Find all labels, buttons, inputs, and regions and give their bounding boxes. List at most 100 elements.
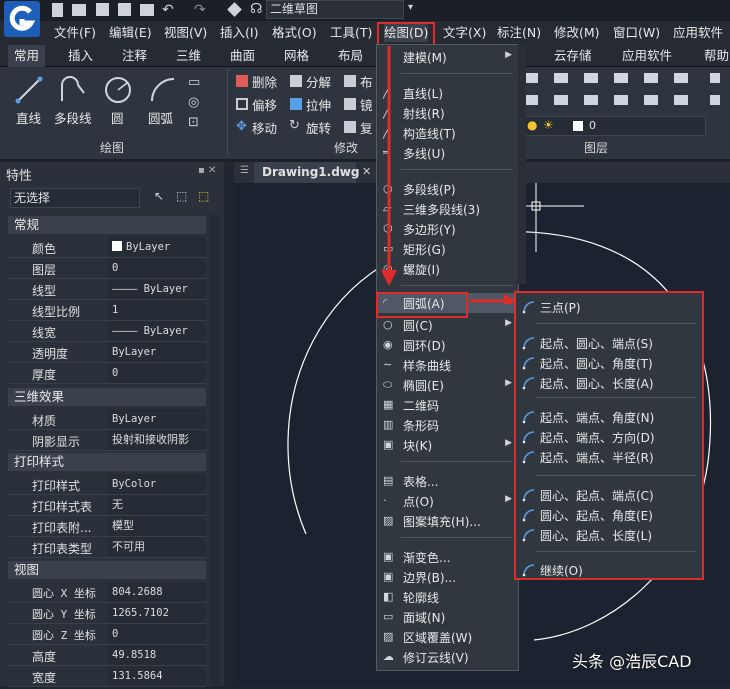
array-label[interactable]: 布 xyxy=(360,72,373,91)
property-row[interactable]: 打印样式表 无 xyxy=(8,495,206,516)
rotate-label[interactable]: 旋转 xyxy=(306,118,331,137)
stretch-icon[interactable] xyxy=(290,98,302,110)
property-row[interactable]: 打印样式 ByColor xyxy=(8,474,206,495)
tab-help[interactable]: 帮助 xyxy=(704,45,729,67)
draw-menu-item[interactable]: ◧ 轮廓线 xyxy=(377,587,518,607)
property-row[interactable]: 高度 49.8518 xyxy=(8,645,206,666)
layer-tools-icons[interactable] xyxy=(520,71,720,115)
tab-layout[interactable]: 布局 xyxy=(338,45,363,67)
menu-view[interactable]: 视图(V) xyxy=(164,24,207,42)
menu-edit[interactable]: 编辑(E) xyxy=(109,24,152,42)
circle-tool-icon[interactable] xyxy=(103,75,133,105)
tabs-menu-icon[interactable]: ☰ xyxy=(240,165,249,176)
close-tab-icon[interactable]: ✕ xyxy=(362,165,371,178)
arc-submenu-item[interactable]: 起点、端点、半径(R) xyxy=(516,447,702,467)
property-row[interactable]: 圆心 X 坐标 804.2688 xyxy=(8,582,206,603)
tab-cloud[interactable]: 云存储 xyxy=(554,45,592,67)
pin-icon[interactable]: ▪ ✕ xyxy=(198,165,216,176)
draw-menu-item[interactable]: ☁ 修订云线(V) xyxy=(377,647,518,667)
arc-submenu-item[interactable]: 起点、圆心、端点(S) xyxy=(516,333,702,353)
polyline-tool-label[interactable]: 多段线 xyxy=(54,108,92,127)
menu-tools[interactable]: 工具(T) xyxy=(330,24,372,42)
mirror-icon[interactable] xyxy=(344,98,356,110)
arc-submenu-item[interactable]: 继续(O) xyxy=(516,560,702,580)
property-value[interactable]: 1 xyxy=(108,300,206,320)
property-row[interactable]: 阴影显示 投射和接收阴影 xyxy=(8,430,206,451)
menu-text[interactable]: 文字(X) xyxy=(443,24,486,42)
arc-submenu-item[interactable]: 圆心、起点、角度(E) xyxy=(516,505,702,525)
scrollbar[interactable] xyxy=(210,214,220,684)
draw-menu-item[interactable]: ○ 圆(C) ▶ xyxy=(377,315,518,335)
arc-submenu-item[interactable]: 起点、端点、方向(D) xyxy=(516,427,702,447)
draw-menu-item[interactable]: ◉ 圆环(D) xyxy=(377,335,518,355)
draw-menu-item[interactable]: · 点(O) ▶ xyxy=(377,491,518,511)
property-value[interactable]: ———— ByLayer xyxy=(108,279,206,299)
property-section-header[interactable]: 常规 xyxy=(8,216,206,234)
menu-modify[interactable]: 修改(M) xyxy=(554,24,600,42)
copy-icon[interactable] xyxy=(344,121,356,133)
layer-dropdown[interactable]: ● ☀ 0 xyxy=(520,116,706,136)
mirror-label[interactable]: 镜 xyxy=(360,95,373,114)
offset-icon[interactable] xyxy=(236,98,248,110)
workspace-select[interactable]: 二维草图 xyxy=(266,0,404,19)
explode-icon[interactable] xyxy=(290,75,302,87)
headset-icon[interactable]: ☊ xyxy=(250,1,262,17)
property-value[interactable]: ByColor xyxy=(108,474,206,494)
quick-select-icon[interactable]: ↖ xyxy=(154,189,164,203)
explode-label[interactable]: 分解 xyxy=(306,72,331,91)
property-row[interactable]: 圆心 Z 坐标 0 xyxy=(8,624,206,645)
workspace-icon[interactable] xyxy=(227,2,242,17)
draw-menu-item[interactable]: ▤ 表格... xyxy=(377,471,518,491)
property-row[interactable]: 线型 ———— ByLayer xyxy=(8,279,206,300)
drawing-tab[interactable]: Drawing1.dwg xyxy=(254,162,359,183)
tab-apps[interactable]: 应用软件 xyxy=(622,45,672,67)
draw-menu-item[interactable]: ▣ 渐变色... xyxy=(377,547,518,567)
property-row[interactable]: 图层 0 xyxy=(8,258,206,279)
property-value[interactable]: 1265.7102 xyxy=(108,603,206,623)
property-value[interactable]: 49.8518 xyxy=(108,645,206,665)
draw-menu-item[interactable]: ▨ 图案填充(H)... xyxy=(377,511,518,531)
draw-menu-item[interactable]: ▦ 二维码 xyxy=(377,395,518,415)
property-row[interactable]: 材质 ByLayer xyxy=(8,409,206,430)
property-value[interactable]: 0 xyxy=(108,363,206,383)
property-row[interactable]: 圆心 Y 坐标 1265.7102 xyxy=(8,603,206,624)
arc-submenu-item[interactable]: 圆心、起点、长度(L) xyxy=(516,525,702,545)
property-value[interactable]: ByLayer xyxy=(108,237,206,257)
property-value[interactable]: 无 xyxy=(108,495,206,515)
property-row[interactable]: 打印表类型 不可用 xyxy=(8,537,206,558)
modify-panel-label[interactable]: 修改 xyxy=(334,139,358,156)
tab-home[interactable]: 常用 xyxy=(8,45,46,67)
rotate-icon[interactable]: ↻ xyxy=(289,118,300,133)
property-row[interactable]: 打印表附... 模型 xyxy=(8,516,206,537)
menu-insert[interactable]: 插入(I) xyxy=(220,24,258,42)
new-file-icon[interactable] xyxy=(52,3,63,17)
draw-small-icons[interactable]: ▭ ◎ ⊡ xyxy=(188,73,216,135)
menu-format[interactable]: 格式(O) xyxy=(272,24,317,42)
arc-submenu-item[interactable]: 起点、圆心、长度(A) xyxy=(516,373,702,393)
copy-label[interactable]: 复 xyxy=(360,118,373,137)
menu-file[interactable]: 文件(F) xyxy=(54,24,96,42)
property-value[interactable]: 131.5864 xyxy=(108,666,206,686)
menu-apps[interactable]: 应用软件 xyxy=(673,24,723,42)
tab-surface[interactable]: 曲面 xyxy=(230,45,255,67)
save-as-icon[interactable] xyxy=(118,3,131,16)
property-row[interactable]: 透明度 ByLayer xyxy=(8,342,206,363)
print-icon[interactable] xyxy=(140,4,154,16)
property-value[interactable]: 投射和接收阴影 xyxy=(108,430,206,450)
property-value[interactable]: 不可用 xyxy=(108,537,206,557)
move-label[interactable]: 移动 xyxy=(252,118,277,137)
property-section-header[interactable]: 视图 xyxy=(8,561,206,579)
app-logo-icon[interactable] xyxy=(4,1,40,37)
arc-submenu-item[interactable]: 圆心、起点、端点(C) xyxy=(516,485,702,505)
tab-mesh[interactable]: 网格 xyxy=(284,45,309,67)
layer-panel-label[interactable]: 图层 xyxy=(584,139,608,156)
offset-label[interactable]: 偏移 xyxy=(252,95,277,114)
save-icon[interactable] xyxy=(96,3,109,16)
open-folder-icon[interactable] xyxy=(72,4,86,16)
property-value[interactable]: ———— ByLayer xyxy=(108,321,206,341)
draw-menu-item[interactable]: ▣ 边界(B)... xyxy=(377,567,518,587)
property-row[interactable]: 厚度 0 xyxy=(8,363,206,384)
property-value[interactable]: 模型 xyxy=(108,516,206,536)
property-row[interactable]: 宽度 131.5864 xyxy=(8,666,206,687)
erase-label[interactable]: 删除 xyxy=(252,72,277,91)
